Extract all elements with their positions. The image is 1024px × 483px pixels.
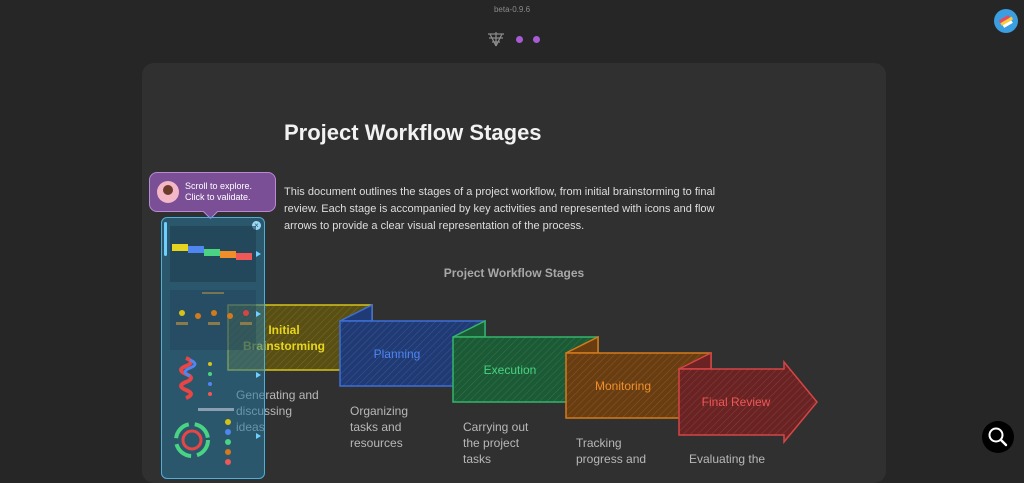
assistant-avatar-icon [157, 181, 179, 203]
stage-caption: Tracking [576, 436, 622, 450]
diagram-title: Project Workflow Stages [444, 266, 585, 280]
tooltip-line-1: Scroll to explore. [185, 181, 253, 191]
stage-caption: progress and [576, 452, 646, 466]
scroll-tooltip[interactable]: Scroll to explore. Click to validate. [149, 172, 276, 220]
thumbnail-2[interactable] [170, 290, 256, 350]
thumbnail-1[interactable] [170, 226, 256, 282]
stage-label: Planning [374, 347, 421, 361]
stage-caption: Evaluating the [689, 452, 765, 466]
navigator-thumbnails [170, 226, 256, 465]
thumbnail-arrow-icon[interactable] [256, 251, 261, 257]
thumbnail-arrow-icon[interactable] [256, 311, 261, 317]
navigator-panel[interactable]: × [161, 217, 265, 479]
stage-caption: the project [463, 436, 520, 450]
stage-final-review[interactable]: Final Review Evaluating the [678, 351, 818, 466]
stage-caption: tasks and [350, 420, 401, 434]
stage-label: Final Review [702, 395, 771, 409]
thumbnail-arrow-icon[interactable] [256, 372, 261, 378]
stage-caption: resources [350, 436, 403, 450]
stage-label: Initial [268, 323, 299, 337]
stage-label: Monitoring [595, 379, 651, 393]
thumbnail-arrow-icon[interactable] [256, 433, 261, 439]
thumbnail-4[interactable] [174, 419, 231, 465]
search-button[interactable] [982, 421, 1014, 453]
tooltip-line-2: Click to validate. [185, 192, 251, 202]
stage-caption: tasks [463, 452, 491, 466]
stage-caption: Organizing [350, 404, 408, 418]
thumbnail-3[interactable] [179, 356, 234, 411]
workflow-diagram: Project Workflow Stages Initial Brainsto… [227, 266, 818, 466]
stage-caption: Carrying out [463, 420, 529, 434]
search-icon [988, 427, 1008, 447]
stage-label: Execution [484, 363, 537, 377]
